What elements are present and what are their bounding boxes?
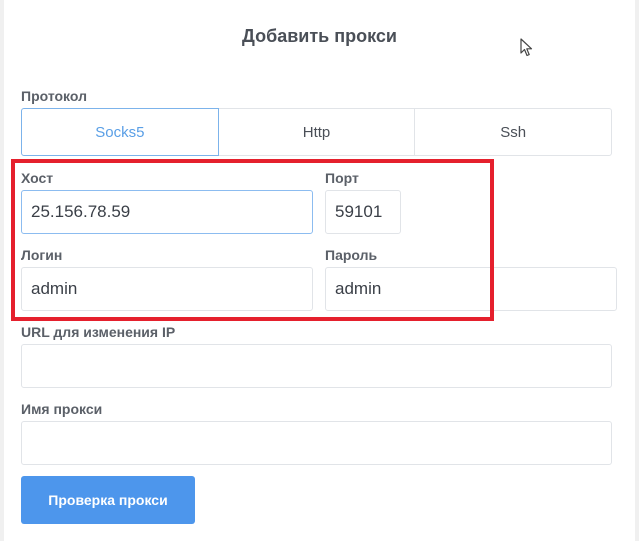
check-proxy-button[interactable]: Проверка прокси xyxy=(21,476,195,524)
login-label: Логин xyxy=(21,247,63,263)
protocol-option-ssh[interactable]: Ssh xyxy=(414,108,613,156)
host-input[interactable] xyxy=(21,190,313,234)
proxy-name-input[interactable] xyxy=(21,421,612,465)
change-ip-url-label: URL для изменения IP xyxy=(21,324,176,340)
protocol-option-http[interactable]: Http xyxy=(217,108,416,156)
port-input[interactable] xyxy=(325,190,401,234)
login-input[interactable] xyxy=(21,267,313,311)
dialog-title: Добавить прокси xyxy=(242,26,397,46)
protocol-option-socks5[interactable]: Socks5 xyxy=(21,108,219,156)
protocol-selector: Socks5 Http Ssh xyxy=(21,108,613,156)
mouse-cursor-icon xyxy=(520,38,533,57)
change-ip-url-input[interactable] xyxy=(21,344,612,388)
password-input[interactable] xyxy=(325,267,617,311)
password-label: Пароль xyxy=(325,247,378,263)
proxy-name-label: Имя прокси xyxy=(21,401,103,417)
port-label: Порт xyxy=(325,170,359,186)
window-edge-left xyxy=(0,0,4,541)
protocol-label: Протокол xyxy=(21,88,87,104)
add-proxy-dialog: Добавить прокси Протокол Socks5 Http Ssh… xyxy=(0,0,639,541)
host-label: Хост xyxy=(21,170,54,186)
window-edge-right xyxy=(635,0,639,541)
